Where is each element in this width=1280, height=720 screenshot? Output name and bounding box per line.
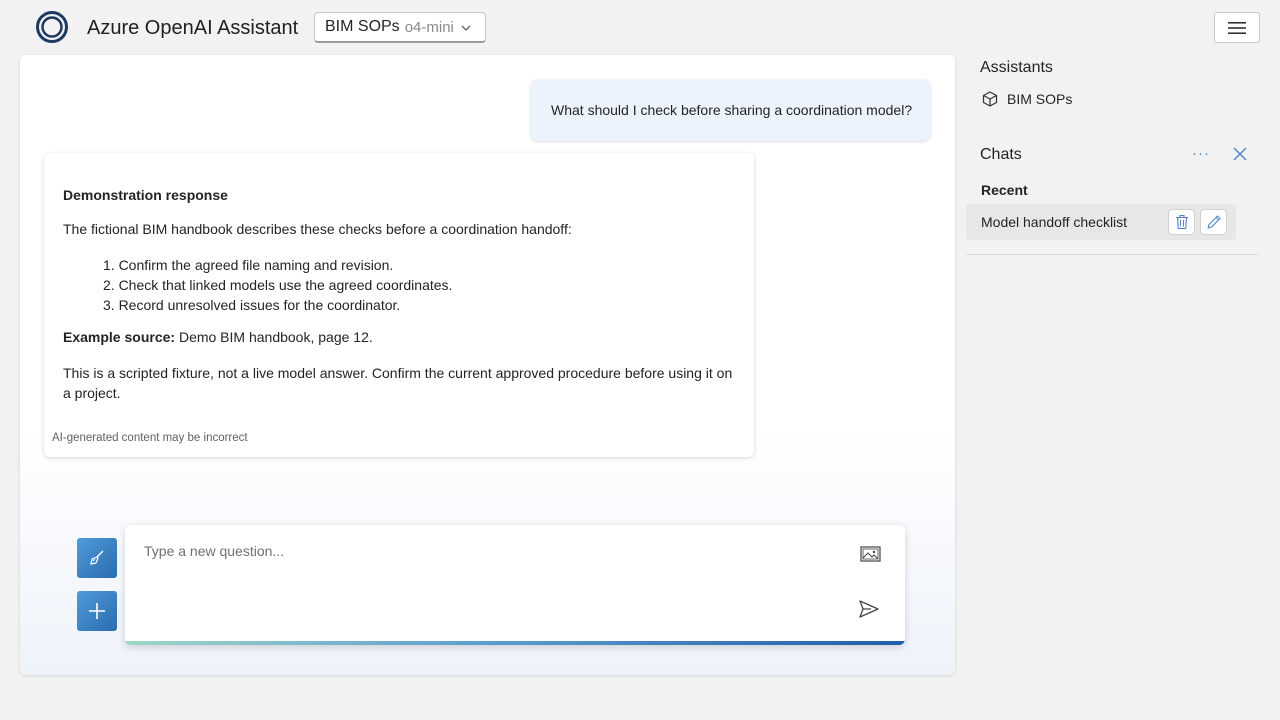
menu-button[interactable] (1214, 12, 1260, 43)
assistant-item-label: BIM SOPs (1007, 91, 1073, 107)
list-item: 1. Confirm the agreed file naming and re… (103, 257, 394, 273)
cube-icon (982, 91, 998, 107)
assistant-item-bim-sops[interactable]: BIM SOPs (982, 91, 1072, 107)
assistants-title: Assistants (980, 59, 1053, 76)
close-icon[interactable] (1232, 146, 1248, 162)
selected-model: o4-mini (404, 18, 454, 36)
pencil-icon (1206, 215, 1221, 229)
list-item: 3. Record unresolved issues for the coor… (103, 297, 401, 313)
chevron-down-icon (461, 25, 471, 31)
response-steps: 1. Confirm the agreed file naming and re… (103, 255, 452, 315)
assistant-model-dropdown[interactable]: BIM SOPs o4-mini (314, 12, 486, 43)
response-source: Example source: Demo BIM handbook, page … (63, 329, 373, 345)
hamburger-icon (1228, 21, 1246, 34)
selected-assistant: BIM SOPs (325, 18, 400, 35)
send-icon[interactable] (857, 597, 881, 621)
assistant-response: Demonstration response The fictional BIM… (44, 153, 754, 457)
source-label: Example source: (63, 329, 176, 345)
rename-chat-button[interactable] (1200, 209, 1227, 235)
broom-icon (90, 550, 104, 565)
source-value: Demo BIM handbook, page 12. (175, 329, 373, 345)
list-item: 2. Check that linked models use the agre… (103, 277, 453, 293)
sidebar-divider (966, 254, 1259, 255)
chat-panel: What should I check before sharing a coo… (20, 55, 955, 675)
user-message-text: What should I check before sharing a coo… (551, 102, 913, 118)
clear-chat-button[interactable] (77, 538, 117, 578)
response-note: This is a scripted fixture, not a live m… (63, 365, 733, 401)
ai-disclaimer: AI-generated content may be incorrect (52, 432, 248, 444)
user-message: What should I check before sharing a coo… (530, 79, 931, 141)
trash-icon (1175, 214, 1188, 230)
new-chat-button[interactable] (77, 591, 117, 631)
chat-item[interactable]: Model handoff checklist (966, 204, 1236, 240)
recent-heading: Recent (981, 182, 1028, 198)
image-icon[interactable] (859, 544, 883, 564)
response-title: Demonstration response (63, 187, 228, 203)
response-intro: The fictional BIM handbook describes the… (63, 221, 572, 237)
chat-item-label: Model handoff checklist (981, 214, 1128, 230)
app-title: Azure OpenAI Assistant (87, 17, 299, 39)
question-input[interactable]: Type a new question... (144, 543, 284, 559)
delete-chat-button[interactable] (1168, 209, 1195, 235)
question-composer[interactable]: Type a new question... (125, 525, 905, 645)
chats-title: Chats (980, 146, 1022, 163)
app-logo (36, 11, 68, 43)
composer-accent-bar (125, 641, 905, 645)
plus-icon (89, 603, 105, 619)
more-options-button[interactable]: ··· (1192, 145, 1210, 162)
